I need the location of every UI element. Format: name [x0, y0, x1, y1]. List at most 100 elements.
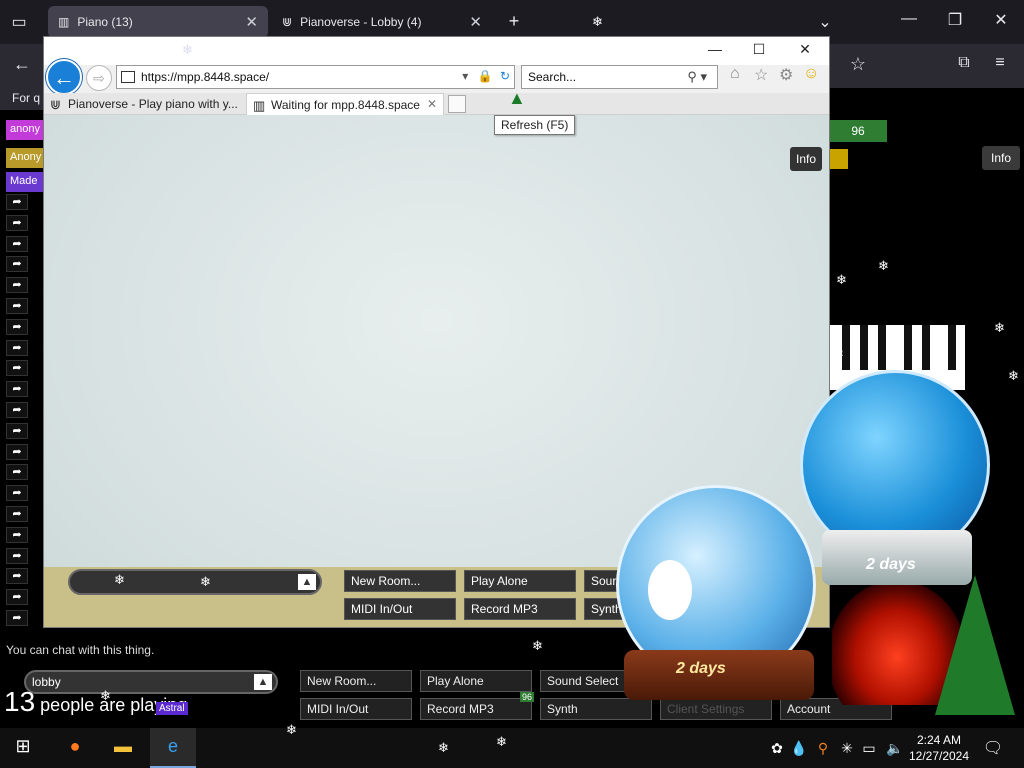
chat-arrow-button[interactable]: ➦	[6, 485, 28, 502]
count-tag: 96	[829, 120, 887, 142]
chat-arrow-button[interactable]: ➦	[6, 360, 28, 377]
snowflake-icon: ❄	[532, 638, 543, 653]
chat-arrow-button[interactable]: ➦	[6, 610, 28, 626]
extensions-icon[interactable]: ⧉	[952, 54, 976, 72]
chat-arrow-button[interactable]: ➦	[6, 298, 28, 314]
close-icon[interactable]: ✕	[245, 13, 258, 31]
volume-muted-icon[interactable]: 🔈	[880, 740, 910, 757]
chat-arrow-button[interactable]: ➦	[6, 506, 28, 522]
chat-arrow-button[interactable]: ➦	[6, 214, 28, 231]
dropdown-icon[interactable]: ▾	[462, 69, 468, 83]
close-icon[interactable]: ✕	[469, 13, 482, 31]
search-icon[interactable]: ⚲ ▾	[687, 69, 707, 85]
chat-hint[interactable]: You can chat with this thing.	[6, 643, 154, 657]
menu-icon[interactable]: ≡	[988, 54, 1012, 72]
restore-button[interactable]: ❐	[944, 10, 966, 30]
back-icon[interactable]: ←	[10, 54, 34, 75]
snowflake-icon: ❄	[114, 572, 125, 587]
snowflake-icon: ❄	[836, 272, 847, 287]
room-select-slider[interactable]: ▲	[68, 569, 322, 595]
chat-arrow-button[interactable]: ➦	[6, 443, 28, 460]
astral-badge: Astral	[156, 702, 188, 715]
tree-cursor-icon: ▲	[508, 88, 526, 108]
bookmarks-bar[interactable]: For q	[0, 88, 44, 110]
home-icon[interactable]: ⌂	[730, 65, 740, 83]
chat-arrow-button[interactable]: ➦	[6, 194, 28, 210]
chat-arrow-button[interactable]: ➦	[6, 422, 28, 439]
snowflake-icon: ❄	[100, 688, 111, 703]
chat-arrow-button[interactable]: ➦	[6, 589, 28, 606]
lock-icon[interactable]: 🔒	[478, 69, 493, 83]
pianoverse-icon: ⋓	[50, 97, 61, 112]
minimize-button[interactable]: —	[898, 10, 920, 28]
clock-time: 2:24 AM	[916, 733, 962, 747]
made-badge: Made	[6, 172, 44, 192]
info-button[interactable]: Info	[982, 146, 1020, 170]
chat-arrow-button[interactable]: ➦	[6, 526, 28, 543]
chat-arrow-button[interactable]: ➦	[6, 235, 28, 252]
new-tab-button[interactable]	[448, 95, 466, 113]
outer-tab-title: Piano (13)	[77, 15, 133, 29]
clock[interactable]: 2:24 AM 12/27/2024	[908, 732, 970, 764]
outer-tab-piano[interactable]: ▥ Piano (13) ✕	[48, 6, 268, 38]
snowman-icon	[648, 560, 692, 620]
chat-arrow-button[interactable]: ➦	[6, 339, 28, 356]
chevron-up-icon[interactable]: ▲	[254, 674, 272, 690]
tab-list-icon[interactable]: ▭	[8, 12, 30, 32]
refresh-icon[interactable]: ↻	[500, 69, 510, 83]
chat-arrow-button[interactable]: ➦	[6, 568, 28, 585]
chat-arrow-button[interactable]: ➦	[6, 381, 28, 398]
star-icon[interactable]: ☆	[846, 54, 870, 75]
play-alone-button[interactable]: Play Alone	[464, 570, 576, 592]
info-button[interactable]: Info	[790, 147, 822, 171]
notification-icon[interactable]: 🗨	[978, 738, 1008, 758]
favorites-star-icon[interactable]: ☆	[754, 65, 768, 85]
search-box[interactable]: Search... ⚲ ▾	[521, 65, 718, 89]
client-settings-button[interactable]: Client Settings	[660, 698, 772, 720]
new-room-button[interactable]: New Room...	[300, 670, 412, 692]
search-placeholder: Search...	[528, 70, 577, 84]
chat-arrow-button[interactable]: ➦	[6, 318, 28, 335]
user-badge[interactable]: anony	[6, 120, 44, 140]
new-room-button[interactable]: New Room...	[344, 570, 456, 592]
taskbar: ⊞ ● ▬ e ✿ 💧 ⚲ ✳ ▭ 🔈 2:24 AM 12/27/2024 🗨	[0, 728, 1024, 768]
site-icon	[121, 71, 135, 83]
new-tab-button[interactable]: +	[503, 11, 525, 32]
back-button[interactable]: ←	[46, 59, 82, 95]
minimize-button[interactable]: —	[700, 41, 730, 57]
chevron-up-icon[interactable]: ▲	[298, 574, 316, 590]
ie-tab-pianoverse[interactable]: ⋓ Pianoverse - Play piano with y...	[44, 93, 244, 115]
ie-tab-title: Waiting for mpp.8448.space	[271, 98, 420, 112]
play-alone-button[interactable]: Play Alone	[420, 670, 532, 692]
synth-button[interactable]: Synth	[540, 698, 652, 720]
user-badge[interactable]: Anony	[6, 148, 44, 168]
smiley-icon[interactable]: ☺	[803, 65, 819, 83]
maximize-button[interactable]: ☐	[744, 41, 774, 58]
ie-tab-strip: ⋓ Pianoverse - Play piano with y... ▥ Wa…	[44, 93, 829, 115]
chat-arrow-button[interactable]: ➦	[6, 464, 28, 481]
midi-button[interactable]: MIDI In/Out	[300, 698, 412, 720]
record-mp3-button[interactable]: Record MP3	[464, 598, 576, 620]
midi-button[interactable]: MIDI In/Out	[344, 598, 456, 620]
record-mp3-button[interactable]: Record MP3	[420, 698, 532, 720]
chevron-down-icon[interactable]: ⌄	[814, 12, 836, 32]
chat-arrow-button[interactable]: ➦	[6, 256, 28, 273]
windows-start-icon[interactable]: ⊞	[8, 736, 38, 757]
file-explorer-icon[interactable]: ▬	[108, 736, 138, 757]
close-window-button[interactable]: ✕	[790, 41, 820, 58]
settings-gear-icon[interactable]: ⚙	[779, 65, 793, 85]
address-text: https://mpp.8448.space/	[141, 70, 270, 84]
chat-arrow-button[interactable]: ➦	[6, 402, 28, 418]
christmas-tree-icon	[935, 575, 1015, 715]
close-icon[interactable]: ✕	[427, 97, 437, 111]
address-bar[interactable]: https://mpp.8448.space/ ▾ 🔒 ↻	[116, 65, 515, 89]
chat-arrow-button[interactable]: ➦	[6, 547, 28, 564]
close-window-button[interactable]: ✕	[990, 10, 1012, 30]
forward-button[interactable]: ⇨	[86, 65, 112, 91]
outer-tab-pianoverse[interactable]: ⋓ Pianoverse - Lobby (4) ✕	[272, 6, 492, 38]
internet-explorer-icon[interactable]: e	[158, 736, 188, 757]
firefox-icon[interactable]: ●	[60, 736, 90, 757]
ie-tab-waiting[interactable]: ▥ Waiting for mpp.8448.space ✕	[246, 93, 444, 115]
chat-arrow-button[interactable]: ➦	[6, 277, 28, 294]
snowflake-icon: ❄	[200, 574, 211, 589]
